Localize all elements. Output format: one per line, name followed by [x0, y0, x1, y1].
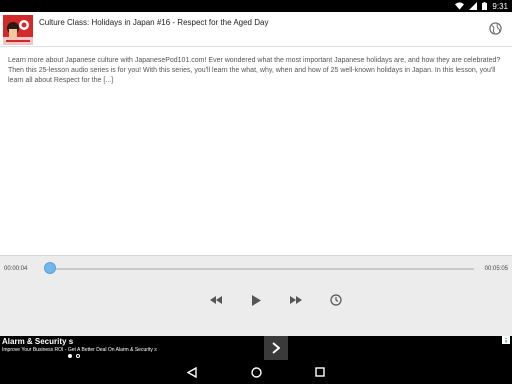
episode-description: Learn more about Japanese culture with J…: [8, 57, 501, 84]
chevron-right-icon[interactable]: [264, 336, 288, 360]
seek-bar[interactable]: [44, 268, 474, 270]
rewind-icon[interactable]: [207, 292, 225, 308]
audio-player: 00:00:04 00:05:05: [0, 255, 512, 337]
ad-subtitle: Improve Your Business ROI - Get A Better…: [2, 347, 157, 353]
back-icon[interactable]: [185, 366, 199, 378]
status-time: 9:31: [492, 1, 508, 11]
pager-dot-active: [68, 354, 72, 358]
duration-time: 00:05:05: [484, 266, 508, 272]
elapsed-time: 00:00:04: [4, 266, 28, 272]
episode-header: Culture Class: Holidays in Japan #16 - R…: [0, 12, 512, 47]
status-bar: 9:31: [0, 0, 512, 12]
globe-icon[interactable]: [489, 22, 502, 40]
play-icon[interactable]: [247, 292, 265, 308]
fast-forward-icon[interactable]: [287, 292, 305, 308]
battery-icon: [482, 2, 488, 10]
episode-title: Culture Class: Holidays in Japan #16 - R…: [39, 18, 269, 27]
system-nav-bar: [0, 360, 512, 384]
podcast-thumbnail[interactable]: [3, 15, 33, 45]
signal-icon: [469, 2, 478, 10]
ad-banner[interactable]: Alarm & Security s Improve Your Business…: [0, 336, 512, 360]
recents-icon[interactable]: [313, 366, 327, 378]
ad-pager: [68, 354, 80, 358]
ad-info-icon[interactable]: [502, 336, 510, 344]
home-icon[interactable]: [249, 366, 263, 378]
playback-controls: [0, 292, 512, 308]
ad-title: Alarm & Security s: [2, 337, 74, 346]
seek-handle[interactable]: [43, 262, 56, 274]
timer-icon[interactable]: [327, 292, 345, 308]
pager-dot: [76, 354, 80, 358]
wifi-icon: [455, 2, 465, 10]
